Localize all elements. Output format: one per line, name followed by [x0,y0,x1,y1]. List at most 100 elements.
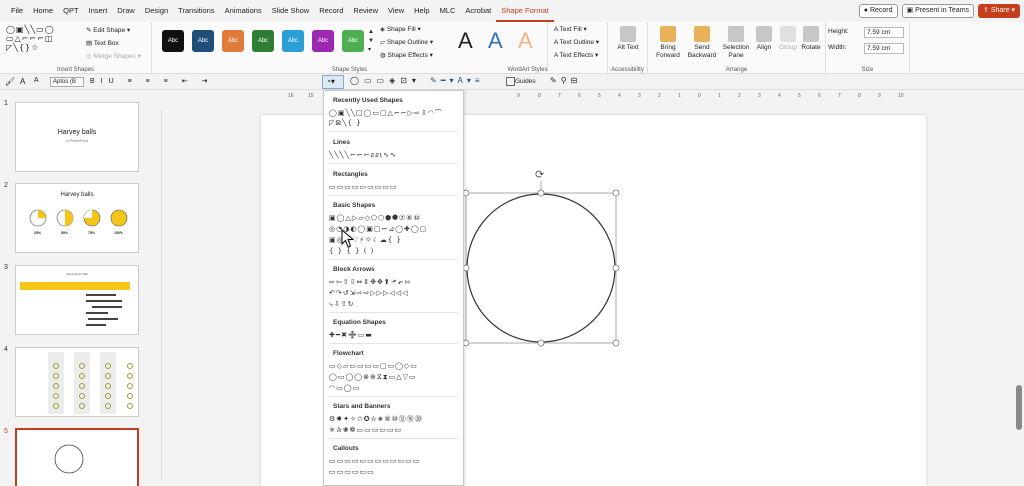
slide-thumbnail-3[interactable]: Gantt Chart Title [15,265,139,335]
misc-qat-icons[interactable]: ✎⚲⊟ [550,76,581,85]
mouse-cursor-icon [341,229,355,248]
selection-pane-button[interactable]: Selection Pane [720,26,752,60]
merge-shapes-button[interactable]: ◎ Merge Shapes ▾ [86,52,141,60]
text-outline-button[interactable]: A Text Outline ▾ [554,38,599,46]
tab-design[interactable]: Design [140,0,173,22]
rotate-button[interactable]: Rotate [798,26,824,52]
align-button[interactable]: Align [752,26,776,52]
slide-thumbnail-2[interactable]: Harvey balls 25% 50% 75% 100% [15,183,139,253]
send-backward-icon [694,26,710,42]
tab-transitions[interactable]: Transitions [173,0,219,22]
block-arrows-row-3[interactable]: ⤷⇩⇧↻ [329,300,355,308]
stars-row-2[interactable]: ✯✰❀❁▭▭▭▭▭▭ [329,426,402,434]
svg-text:⟳: ⟳ [535,168,544,181]
shape-style-7[interactable]: Abc [342,30,364,52]
slide-thumbnail-4[interactable] [15,347,139,417]
harvey-label-75: 75% [88,231,96,235]
equation-shapes-row[interactable]: ✚━✖➗▭▬ [329,331,373,339]
quick-shape-icons[interactable]: ◯▭▭◈⊡▾ [350,76,421,85]
shape-effects-button[interactable]: ◍ Shape Effects ▾ [380,51,433,59]
recent-shapes-row-1[interactable]: ◯▣╲╲□◯▭▢△⌐⌐▷⇨⇩◠⌒ [329,109,443,117]
text-fill-label: Text Fill [559,26,582,33]
edit-shape-button[interactable]: ✎ Edit Shape ▾ [86,26,130,34]
present-label: Present in Teams [915,7,970,14]
font-name-field[interactable]: Aptos (B [50,77,84,87]
tab-home[interactable]: Home [28,0,58,22]
flowchart-row-3[interactable]: ◠▭◯▭ [329,384,360,392]
wordart-style-1[interactable]: A [458,28,473,54]
section-lines: Lines [333,139,350,146]
record-button[interactable]: ● Record [858,4,898,18]
shape-style-1[interactable]: Abc [162,30,184,52]
insert-shapes-gallery[interactable]: ◯▣╲╲▭◯ ▭△⌐⌐⌐◫ ◸╲{}☆ [6,25,55,52]
bring-forward-button[interactable]: Bring Forward [652,26,684,60]
send-backward-button[interactable]: Send Backward [686,26,718,60]
callouts-row-1[interactable]: ▭▭▭▭▭▭▭▭▭▭▭▭ [329,457,420,465]
tab-insert[interactable]: Insert [84,0,113,22]
recent-shapes-row-2[interactable]: ◸⊠╲{ } [329,119,362,127]
callouts-row-2[interactable]: ▭▭▭▭▭▭ [329,468,375,476]
tab-mlc[interactable]: MLC [435,0,461,22]
share-button[interactable]: ⇪ Share ▾ [978,4,1020,18]
wordart-style-2[interactable]: A [488,28,503,54]
tab-acrobat[interactable]: Acrobat [460,0,496,22]
font-grow-icon[interactable]: A [20,77,25,86]
bring-forward-icon [660,26,676,42]
basic-shapes-row-1[interactable]: ▣◯△▷▱◇⬠⬡⬢⯃⑦⑧⑩ [329,214,421,222]
size-label: Size [861,67,874,73]
styles-scroll[interactable]: ▲ ▼ ▾ [368,28,374,55]
vertical-ruler [154,110,162,480]
tab-qpt[interactable]: QPT [58,0,83,22]
basic-shapes-row-3[interactable]: ▣◎☺♡⚡☼☾☁{ } [329,236,402,244]
width-field[interactable]: 7.59 cm [864,43,904,54]
shape-style-3[interactable]: Abc [222,30,244,52]
shape-style-2[interactable]: Abc [192,30,214,52]
height-label: Height: [828,28,849,35]
alt-text-button[interactable]: Alt Text [616,26,640,52]
tab-animations[interactable]: Animations [220,0,267,22]
lines-row[interactable]: ╲╲╲╲⌐⌐⌐ƨƨɩ∿∿ [329,151,397,159]
align-icon [756,26,772,42]
slide-1-subtitle: In PowerPoint [66,139,88,143]
tab-view[interactable]: View [383,0,409,22]
height-field[interactable]: 7.59 cm [864,27,904,38]
shape-fill-button[interactable]: ◈ Shape Fill ▾ [380,25,421,33]
ruler-mark-7: 9 [517,93,520,99]
guides-checkbox[interactable] [506,77,515,86]
shape-style-5[interactable]: Abc [282,30,304,52]
tab-draw[interactable]: Draw [112,0,140,22]
text-format-icons[interactable]: BIU ≡ ≡ ≡ ⇤ ⇥ [90,77,213,85]
present-in-teams-button[interactable]: ▣ Present in Teams [901,4,975,18]
rotate-icon [803,26,819,42]
ruler-mark-22: 6 [818,93,821,99]
shape-style-6[interactable]: Abc [312,30,334,52]
text-effects-button[interactable]: A Text Effects ▾ [554,51,598,59]
tab-shape-format[interactable]: Shape Format [496,0,554,22]
text-box-button[interactable]: ▤ Text Box [86,39,119,47]
wordart-style-3[interactable]: A [518,28,533,54]
tab-slide-show[interactable]: Slide Show [267,0,315,22]
font-shrink-icon[interactable]: A [34,77,39,84]
outline-color-icons[interactable]: ✎━▾A▾≡ [430,76,484,85]
block-arrows-row-2[interactable]: ↶↷↺⇲⇨⇨▷▷▷◁◁◁ [329,289,409,297]
tab-help[interactable]: Help [409,0,434,22]
tab-review[interactable]: Review [348,0,383,22]
flowchart-row-1[interactable]: ▭◇▱▭▭▭▭▢▭◯◇▭ [329,362,418,370]
vertical-scrollbar[interactable] [1016,385,1022,430]
rectangles-row[interactable]: ▭▭▭▭▭▭▭▭▭ [329,183,398,191]
shape-outline-button[interactable]: ▱ Shape Outline ▾ [380,38,433,46]
shape-style-4[interactable]: Abc [252,30,274,52]
flowchart-row-2[interactable]: ◯▭◯◯⊗⊕⧖⧗▭△▽▭ [329,373,417,381]
selection-pane-icon [728,26,744,42]
group-button[interactable]: Group [776,26,800,52]
tab-record[interactable]: Record [314,0,348,22]
slide-thumbnail-5[interactable] [15,428,139,486]
slide-thumbnail-1[interactable]: Harvey balls In PowerPoint [15,102,139,172]
text-fill-button[interactable]: A Text Fill ▾ [554,25,587,33]
stars-row-1[interactable]: ⚙✸✦✧✩✪✫✬⑧⑩⑫⑯⑳ [329,415,423,423]
shapes-dropdown-button[interactable]: ◔▾ [322,75,344,89]
format-painter-icon[interactable]: 🖌 [5,77,15,86]
block-arrows-row-1[interactable]: ⇨⇦⇧⇩⇔⇕✥✥⬆⬏⬐⇰ [329,278,411,286]
gantt-header-bar [20,282,130,290]
tab-file[interactable]: File [6,0,28,22]
